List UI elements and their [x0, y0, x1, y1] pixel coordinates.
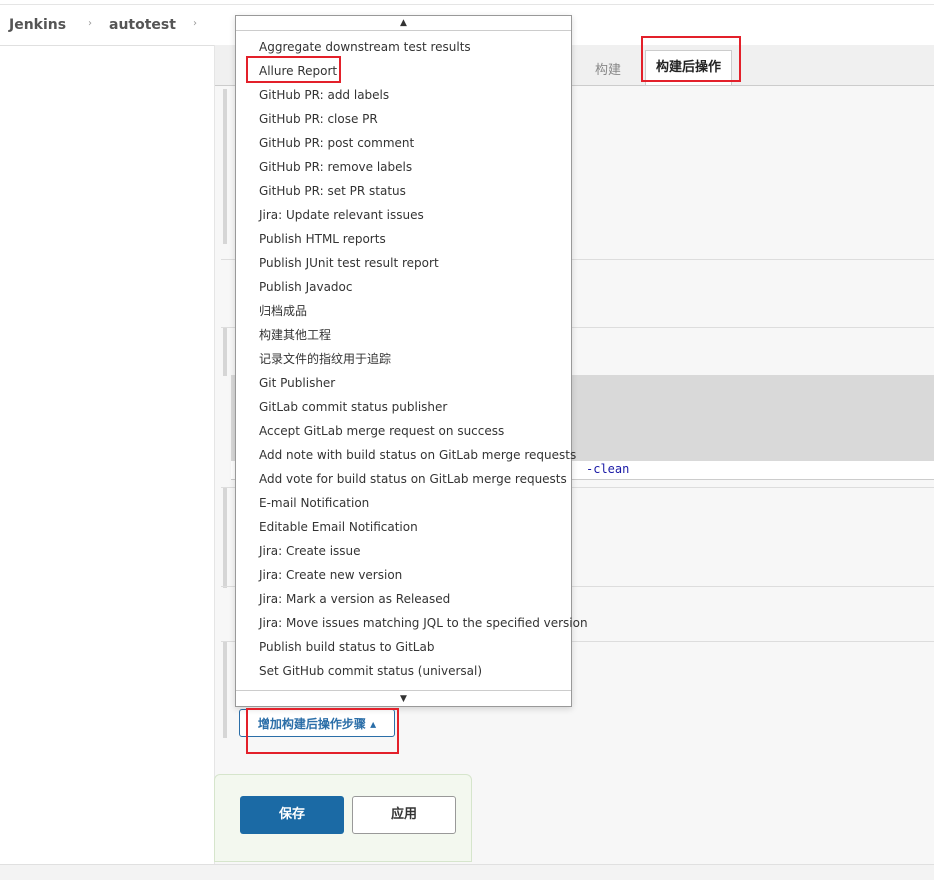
dropdown-item[interactable]: Jira: Update relevant issues — [236, 203, 571, 227]
section-bar — [223, 328, 227, 376]
dropdown-item[interactable]: Publish Javadoc — [236, 275, 571, 299]
breadcrumb: Jenkins › autotest › — [0, 5, 215, 45]
dropdown-item[interactable]: GitHub PR: add labels — [236, 83, 571, 107]
dropdown-item[interactable]: GitHub PR: set PR status — [236, 179, 571, 203]
dropdown-item[interactable]: 记录文件的指纹用于追踪 — [236, 347, 571, 371]
dropdown-item[interactable]: Set GitHub commit status (universal) — [236, 659, 571, 683]
dropdown-item[interactable]: 构建其他工程 — [236, 323, 571, 347]
section-bar — [223, 488, 227, 588]
dropdown-item[interactable]: Jira: Mark a version as Released — [236, 587, 571, 611]
dropdown-item[interactable]: Accept GitLab merge request on success — [236, 419, 571, 443]
dropdown-item[interactable]: GitHub PR: close PR — [236, 107, 571, 131]
dropdown-item[interactable]: Add note with build status on GitLab mer… — [236, 443, 576, 467]
tab-build[interactable]: 构建 — [585, 57, 631, 85]
dropdown-item[interactable]: Publish JUnit test result report — [236, 251, 571, 275]
breadcrumb-jenkins[interactable]: Jenkins — [9, 17, 66, 33]
dropdown-item[interactable]: Aggregate downstream test results — [236, 35, 571, 59]
footer-strip — [0, 864, 934, 880]
dropdown-item[interactable]: GitHub PR: post comment — [236, 131, 571, 155]
tab-post-build[interactable]: 构建后操作 — [645, 50, 733, 85]
apply-button[interactable]: 应用 — [352, 796, 456, 834]
dropdown-item[interactable]: Add vote for build status on GitLab merg… — [236, 467, 571, 491]
sidebar — [0, 45, 214, 866]
dropdown-item[interactable]: Publish build status to GitLab — [236, 635, 571, 659]
breadcrumb-autotest[interactable]: autotest — [109, 17, 176, 33]
breadcrumb-separator: › — [193, 18, 197, 29]
dropdown-item[interactable]: Git Publisher — [236, 371, 571, 395]
dropdown-item[interactable]: Jira: Create issue — [236, 539, 571, 563]
save-button[interactable]: 保存 — [240, 796, 344, 834]
dropdown-item[interactable]: E-mail Notification — [236, 491, 571, 515]
dropdown-item[interactable]: GitLab commit status publisher — [236, 395, 571, 419]
dropdown-item[interactable]: Jira: Create new version — [236, 563, 571, 587]
dropdown-item[interactable]: Publish HTML reports — [236, 227, 571, 251]
dropdown-list: Aggregate downstream test results Allure … — [236, 35, 588, 683]
post-build-step-dropdown[interactable]: ▲ Aggregate downstream test results Allur… — [235, 15, 588, 707]
dropdown-item[interactable]: 归档成品 — [236, 299, 571, 323]
section-bar — [223, 89, 227, 244]
dropdown-item[interactable]: Editable Email Notification — [236, 515, 571, 539]
breadcrumb-separator: › — [88, 18, 92, 29]
dropdown-item[interactable]: Jira: Move issues matching JQL to the sp… — [236, 611, 588, 635]
section-bar — [223, 642, 227, 738]
scroll-down-icon[interactable]: ▼ — [236, 690, 571, 707]
add-post-build-step-button[interactable]: 增加构建后操作步骤 ▴ — [239, 709, 395, 737]
command-text: -clean — [586, 462, 630, 476]
scroll-up-icon[interactable]: ▲ — [236, 16, 571, 31]
dropdown-item[interactable]: Allure Report — [236, 59, 571, 83]
dropdown-item[interactable]: GitHub PR: remove labels — [236, 155, 571, 179]
